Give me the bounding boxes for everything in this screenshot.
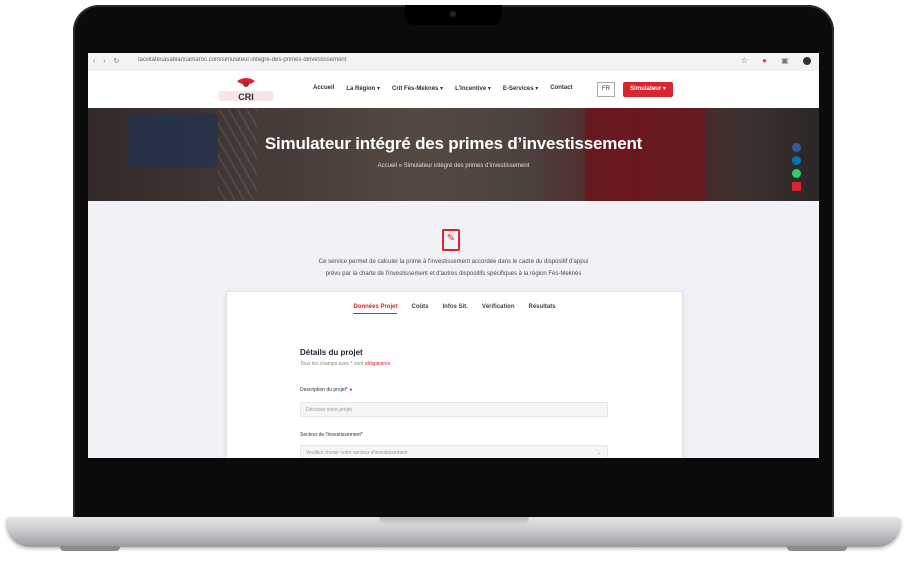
- field-description-label: Description du projet* ●: [300, 387, 352, 393]
- chevron-down-icon: ⌄: [596, 450, 601, 456]
- laptop-base-notch: [379, 517, 529, 525]
- field-description-label-text: Description du projet*: [300, 387, 348, 393]
- intro-line-2: prévu par la charte de l'investissement …: [325, 271, 582, 277]
- required-link[interactable]: obligatoires: [365, 361, 391, 367]
- hero-banner: Simulateur intégré des primes d’investis…: [88, 108, 819, 201]
- form-steps-tabs: Données Projet Coûts Infos Sit. Vérifica…: [227, 304, 682, 314]
- browser-nav-buttons[interactable]: ‹ › ↻: [93, 57, 122, 65]
- project-description-placeholder: Décrivez votre projet: [306, 407, 352, 413]
- facebook-icon[interactable]: [792, 143, 801, 152]
- investment-sector-select[interactable]: Veuillez choisir votre secteur d'investi…: [300, 445, 608, 458]
- site-logo[interactable]: CRI: [215, 75, 277, 105]
- menu-item-region[interactable]: La Région ▾: [346, 85, 380, 92]
- main-menu: Accueil La Région ▾ Crit Fès-Meknès ▾ L'…: [313, 85, 573, 92]
- address-bar[interactable]: facilitatecasablancamaroc.com/simulateur…: [138, 57, 478, 66]
- browser-toolbar: ‹ › ↻ facilitatecasablancamaroc.com/simu…: [88, 53, 819, 72]
- required-marker-icon: ●: [349, 387, 353, 393]
- mail-icon[interactable]: [792, 182, 801, 191]
- tab-infos[interactable]: Infos Sit.: [442, 304, 467, 314]
- menu-item-accueil[interactable]: Accueil: [313, 85, 334, 92]
- menu-item-eservices[interactable]: E-Services ▾: [503, 85, 538, 92]
- menu-item-contact[interactable]: Contact: [550, 85, 572, 92]
- document-edit-icon: ✎: [442, 229, 460, 251]
- hero-overlay: [88, 108, 819, 201]
- intro-line-1: Ce service permet de calculer la prime à…: [318, 259, 589, 265]
- simulator-cta-button[interactable]: Simulateur ▾: [623, 82, 673, 97]
- site-header: CRI Accueil La Région ▾ Crit Fès-Meknès …: [88, 71, 819, 108]
- field-sector-label: Secteur de l'investissement*: [300, 432, 363, 438]
- menu-item-crit[interactable]: Crit Fès-Meknès ▾: [392, 85, 443, 92]
- tab-verification[interactable]: Vérification: [482, 304, 515, 314]
- social-share-bar: [792, 143, 801, 191]
- camera-icon: [450, 11, 456, 17]
- linkedin-icon[interactable]: [792, 156, 801, 165]
- menu-item-incentive[interactable]: L'Incentive ▾: [455, 85, 491, 92]
- laptop-foot-left: [60, 546, 120, 551]
- main-content: ✎ Ce service permet de calculer la prime…: [88, 201, 819, 458]
- puzzle-icon[interactable]: ▣: [781, 56, 795, 65]
- section-subtitle: Tous les champs avec * sont obligatoires: [300, 361, 390, 367]
- project-description-input[interactable]: Décrivez votre projet: [300, 402, 608, 417]
- site-logo-text: CRI: [238, 92, 254, 102]
- browser-extension-icons[interactable]: ☆ ● ▣: [741, 56, 811, 65]
- section-title: Détails du projet: [300, 348, 363, 357]
- extension-icon[interactable]: ●: [762, 56, 773, 65]
- section-subtitle-text: Tous les champs avec * sont: [300, 361, 364, 367]
- tab-couts[interactable]: Coûts: [411, 304, 428, 314]
- simulator-form-card: Données Projet Coûts Infos Sit. Vérifica…: [226, 291, 683, 458]
- profile-avatar[interactable]: [803, 56, 811, 65]
- investment-sector-placeholder: Veuillez choisir votre secteur d'investi…: [306, 450, 408, 456]
- laptop-screen: ‹ › ↻ facilitatecasablancamaroc.com/simu…: [88, 53, 819, 458]
- breadcrumb[interactable]: Accueil » Simulateur intégré des primes …: [88, 163, 819, 169]
- intro-text: Ce service permet de calculer la prime à…: [238, 256, 669, 280]
- language-switcher[interactable]: FR: [597, 82, 615, 97]
- laptop-foot-right: [787, 546, 847, 551]
- tab-donnees-projet[interactable]: Données Projet: [353, 304, 398, 314]
- page-title: Simulateur intégré des primes d’investis…: [264, 134, 643, 153]
- tab-resultats[interactable]: Résultats: [529, 304, 556, 314]
- whatsapp-icon[interactable]: [792, 169, 801, 178]
